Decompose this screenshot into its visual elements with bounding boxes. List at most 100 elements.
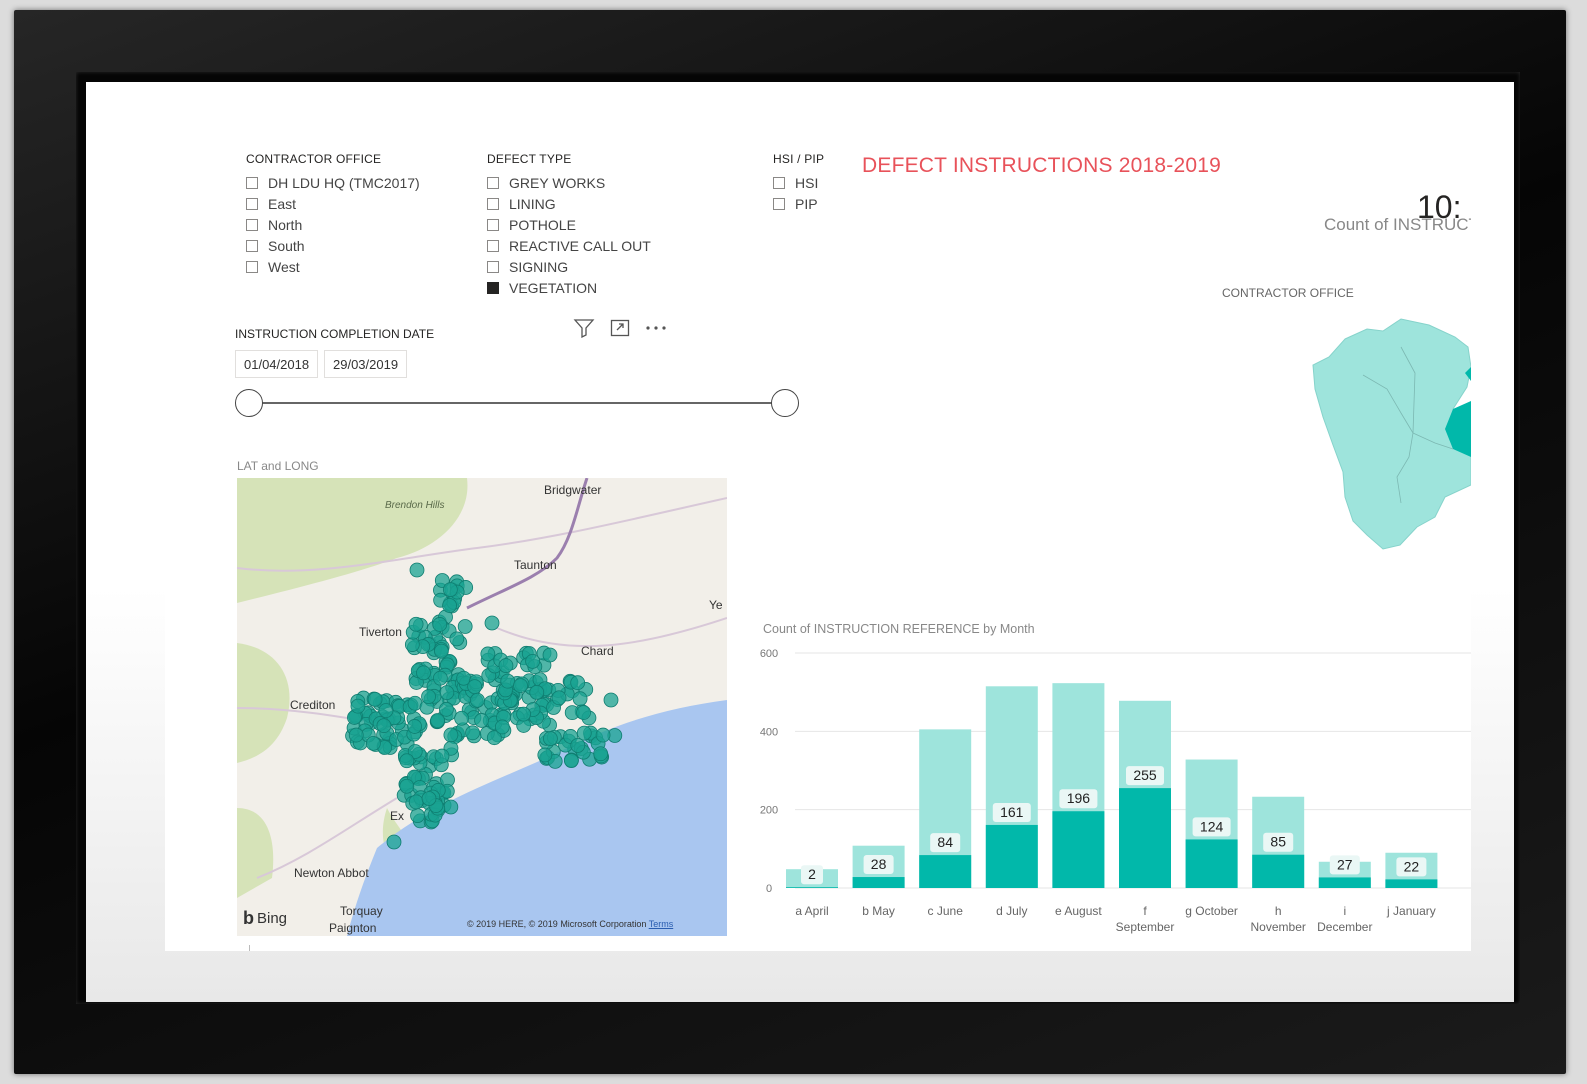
map-point[interactable] [570, 675, 586, 691]
more-options-icon[interactable] [645, 317, 667, 339]
map-point[interactable] [443, 727, 459, 743]
filter-icon[interactable] [573, 317, 595, 339]
map-point[interactable] [449, 631, 465, 647]
hsi-pip-item[interactable]: HSI [773, 172, 824, 193]
map-point[interactable] [525, 653, 541, 669]
map-point[interactable] [470, 692, 485, 708]
defect-type-item[interactable]: VEGETATION [487, 277, 651, 298]
map-point[interactable] [439, 701, 454, 717]
checkbox[interactable] [487, 176, 499, 189]
checkbox-checked[interactable] [487, 281, 499, 294]
map-point[interactable] [572, 691, 588, 707]
checkbox[interactable] [246, 239, 258, 252]
contractor-office-item[interactable]: East [246, 193, 420, 214]
map-point[interactable] [348, 727, 364, 743]
map-point[interactable] [551, 690, 567, 706]
map-point[interactable] [432, 617, 448, 632]
defect-type-item[interactable]: SIGNING [487, 256, 651, 277]
bar-vegetation[interactable] [1252, 854, 1305, 888]
map-point[interactable] [576, 705, 591, 720]
checkbox[interactable] [487, 260, 499, 273]
contractor-office-item[interactable]: North [246, 214, 420, 235]
contractor-office-item[interactable]: West [246, 256, 420, 277]
map-point[interactable] [500, 673, 516, 689]
map-point[interactable] [484, 615, 500, 631]
map-point[interactable] [434, 748, 450, 764]
map-point[interactable] [432, 670, 448, 686]
map-point[interactable] [421, 791, 437, 806]
map-point[interactable] [408, 794, 424, 810]
map-point[interactable] [603, 692, 619, 708]
map-point[interactable] [529, 684, 545, 700]
map-point[interactable] [443, 799, 459, 815]
bar-vegetation[interactable] [852, 877, 905, 888]
map-point[interactable] [404, 637, 420, 652]
map-point[interactable] [595, 727, 611, 743]
bar-vegetation[interactable] [919, 855, 972, 888]
map-point[interactable] [378, 703, 394, 718]
bar-chart[interactable]: 0 200 400 600 2 a April 28 b May 84 c June 161 d Ju… [755, 640, 1471, 940]
map-point[interactable] [408, 616, 424, 632]
checkbox[interactable] [246, 197, 258, 210]
checkbox[interactable] [487, 218, 499, 231]
map-point[interactable] [543, 731, 558, 746]
hsi-pip-item[interactable]: PIP [773, 193, 824, 214]
map-point[interactable] [467, 679, 483, 695]
map-point[interactable] [457, 619, 473, 634]
contractor-office-filled-map[interactable] [1305, 317, 1471, 552]
bar-vegetation[interactable] [1119, 788, 1171, 888]
start-date-handle[interactable] [235, 389, 263, 417]
map-point[interactable] [410, 808, 425, 824]
map-point[interactable] [576, 725, 592, 741]
terms-link[interactable]: Terms [649, 919, 674, 929]
map-point[interactable] [421, 689, 436, 704]
map-point[interactable] [454, 710, 469, 726]
date-slider-track[interactable] [261, 402, 783, 404]
map-point[interactable] [563, 753, 579, 769]
map-point[interactable] [350, 698, 366, 714]
map-point[interactable] [474, 713, 489, 728]
map-point[interactable] [386, 834, 402, 850]
checkbox[interactable] [246, 260, 258, 273]
map-point[interactable] [407, 719, 422, 734]
map-point[interactable] [409, 562, 425, 578]
checkbox[interactable] [246, 176, 258, 189]
end-date-handle[interactable] [771, 389, 799, 417]
map-point[interactable] [537, 747, 553, 763]
map-point[interactable] [465, 725, 481, 741]
map-point[interactable] [433, 643, 449, 659]
defect-type-item[interactable]: POTHOLE [487, 214, 651, 235]
map-point[interactable] [513, 678, 528, 693]
contractor-office-item[interactable]: South [246, 235, 420, 256]
focus-mode-icon[interactable] [609, 317, 631, 339]
map-point[interactable] [570, 738, 586, 753]
end-date-input[interactable]: 29/03/2019 [324, 350, 408, 378]
map-point[interactable] [542, 647, 558, 663]
map-point[interactable] [494, 719, 510, 735]
map-point[interactable] [399, 753, 415, 769]
map-point[interactable] [376, 718, 392, 734]
bar-vegetation[interactable] [1052, 811, 1105, 888]
checkbox[interactable] [773, 197, 785, 210]
start-date-input[interactable]: 01/04/2018 [235, 350, 319, 378]
checkbox[interactable] [773, 176, 785, 189]
bar-vegetation[interactable] [1385, 879, 1438, 888]
contractor-office-item[interactable]: DH LDU HQ (TMC2017) [246, 172, 420, 193]
map-point[interactable] [516, 706, 532, 722]
map-point[interactable] [416, 665, 431, 681]
map-point[interactable] [439, 685, 455, 701]
map-point[interactable] [399, 778, 415, 794]
checkbox[interactable] [487, 197, 499, 210]
bar-vegetation[interactable] [1185, 839, 1238, 888]
lat-long-map[interactable]: Brendon Hills Bridgwater Taunton Ye Tive… [237, 478, 727, 936]
checkbox[interactable] [487, 239, 499, 252]
map-point[interactable] [480, 646, 496, 662]
bar-vegetation[interactable] [786, 887, 838, 888]
map-point[interactable] [498, 658, 514, 673]
bar-vegetation[interactable] [985, 824, 1038, 888]
map-point[interactable] [442, 582, 458, 598]
defect-type-item[interactable]: REACTIVE CALL OUT [487, 235, 651, 256]
map-point[interactable] [593, 746, 609, 762]
checkbox[interactable] [246, 218, 258, 231]
bar-vegetation[interactable] [1318, 877, 1371, 888]
